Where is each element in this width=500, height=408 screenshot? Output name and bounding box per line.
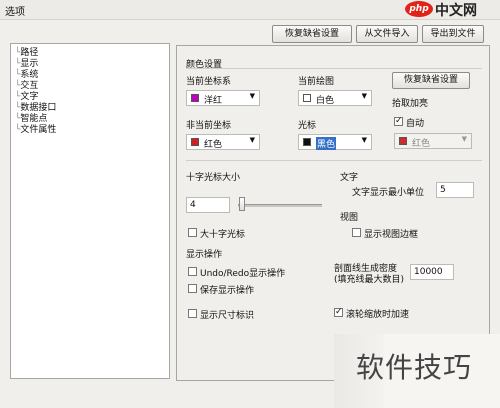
show-view-border-label: 显示视图边框 (364, 230, 419, 240)
watermark-logo: php 中文网 (405, 0, 498, 20)
chevron-down-icon: ▼ (249, 92, 255, 100)
chevron-down-icon: ▼ (361, 92, 367, 100)
min-unit-label: 文字显示最小单位 (352, 188, 425, 198)
undo-redo-checkbox[interactable] (188, 267, 197, 276)
color-restore-defaults-button[interactable]: 恢复缺省设置 (392, 72, 470, 89)
current-drawing-label: 当前绘图 (298, 77, 335, 87)
min-unit-input[interactable]: 5 (436, 182, 474, 198)
tree-item-interaction[interactable]: └交互 (15, 81, 38, 91)
tree-item-path[interactable]: └路径 (15, 48, 38, 58)
tree-item-file-properties[interactable]: └文件属性 (15, 125, 56, 135)
current-coord-value: 洋红 (204, 96, 223, 106)
hatch-density-sublabel: (填充线最大数目) (334, 275, 405, 285)
color-swatch (191, 94, 199, 102)
display-ops-title: 显示操作 (186, 250, 223, 260)
save-display-label: 保存显示操作 (200, 286, 255, 296)
auto-highlight-checkbox[interactable] (394, 116, 403, 126)
import-from-file-button[interactable]: 从文件导入 (356, 25, 418, 43)
undo-redo-label: Undo/Redo显示操作 (200, 269, 286, 279)
cursor-value: 黑色 (316, 137, 337, 150)
category-tree[interactable]: └路径 └显示 └系统 └交互 └文字 └数据接口 └智能点 └文件属性 (10, 43, 170, 379)
color-swatch (303, 94, 311, 102)
crosshair-slider-thumb[interactable] (239, 197, 245, 211)
php-logo-icon: php (405, 1, 433, 17)
watermark-site-text: 中文网 (435, 3, 477, 19)
divider (186, 68, 482, 69)
show-view-border-checkbox[interactable] (352, 228, 361, 237)
color-swatch (303, 138, 311, 146)
current-drawing-value: 白色 (316, 96, 335, 106)
non-current-coord-value: 红色 (204, 140, 223, 150)
tree-item-display[interactable]: └显示 (15, 59, 38, 69)
crosshair-slider-track[interactable] (238, 204, 322, 207)
current-coord-label: 当前坐标系 (186, 77, 232, 87)
current-drawing-select[interactable]: 白色 ▼ (298, 90, 372, 106)
chevron-down-icon: ▼ (461, 135, 467, 143)
chevron-down-icon: ▼ (249, 136, 255, 144)
cursor-select[interactable]: 黑色 ▼ (298, 134, 372, 150)
watermark-text: 软件技巧 (356, 351, 473, 384)
wheel-zoom-accelerate-label: 滚轮缩放时加速 (346, 310, 410, 320)
tree-item-system[interactable]: └系统 (15, 70, 38, 80)
divider (186, 160, 482, 161)
watermark-overlay: 软件技巧 (334, 334, 500, 408)
show-size-mark-checkbox[interactable] (188, 309, 197, 318)
export-to-file-button[interactable]: 导出到文件 (422, 25, 484, 43)
highlight-color-value: 红色 (412, 139, 431, 149)
wheel-zoom-accelerate-checkbox[interactable] (334, 307, 343, 317)
highlight-color-select[interactable]: 红色 ▼ (394, 133, 472, 149)
text-group-title: 文字 (340, 173, 359, 183)
cursor-label: 光标 (298, 121, 317, 131)
tree-item-data-interface[interactable]: └数据接口 (15, 103, 56, 113)
color-swatch (191, 138, 199, 146)
current-coord-select[interactable]: 洋红 ▼ (186, 90, 260, 106)
non-current-coord-select[interactable]: 红色 ▼ (186, 134, 260, 150)
hatch-density-input[interactable]: 10000 (410, 264, 454, 280)
non-current-coord-label: 非当前坐标 (186, 121, 232, 131)
large-crosshair-label: 大十字光标 (200, 230, 246, 240)
large-crosshair-checkbox[interactable] (188, 228, 197, 237)
restore-defaults-button[interactable]: 恢复缺省设置 (272, 25, 352, 43)
color-swatch (399, 137, 407, 145)
chevron-down-icon: ▼ (361, 136, 367, 144)
crosshair-size-input[interactable]: 4 (186, 197, 230, 213)
view-group-title: 视图 (340, 213, 359, 223)
tree-item-text[interactable]: └文字 (15, 92, 38, 102)
tree-item-smart-point[interactable]: └智能点 (15, 114, 47, 124)
show-size-mark-label: 显示尺寸标识 (200, 311, 255, 321)
save-display-checkbox[interactable] (188, 284, 197, 293)
auto-highlight-label: 自动 (406, 119, 425, 129)
crosshair-size-title: 十字光标大小 (186, 173, 241, 183)
highlight-label: 拾取加亮 (392, 99, 429, 109)
window-title: 选项 (5, 7, 25, 18)
